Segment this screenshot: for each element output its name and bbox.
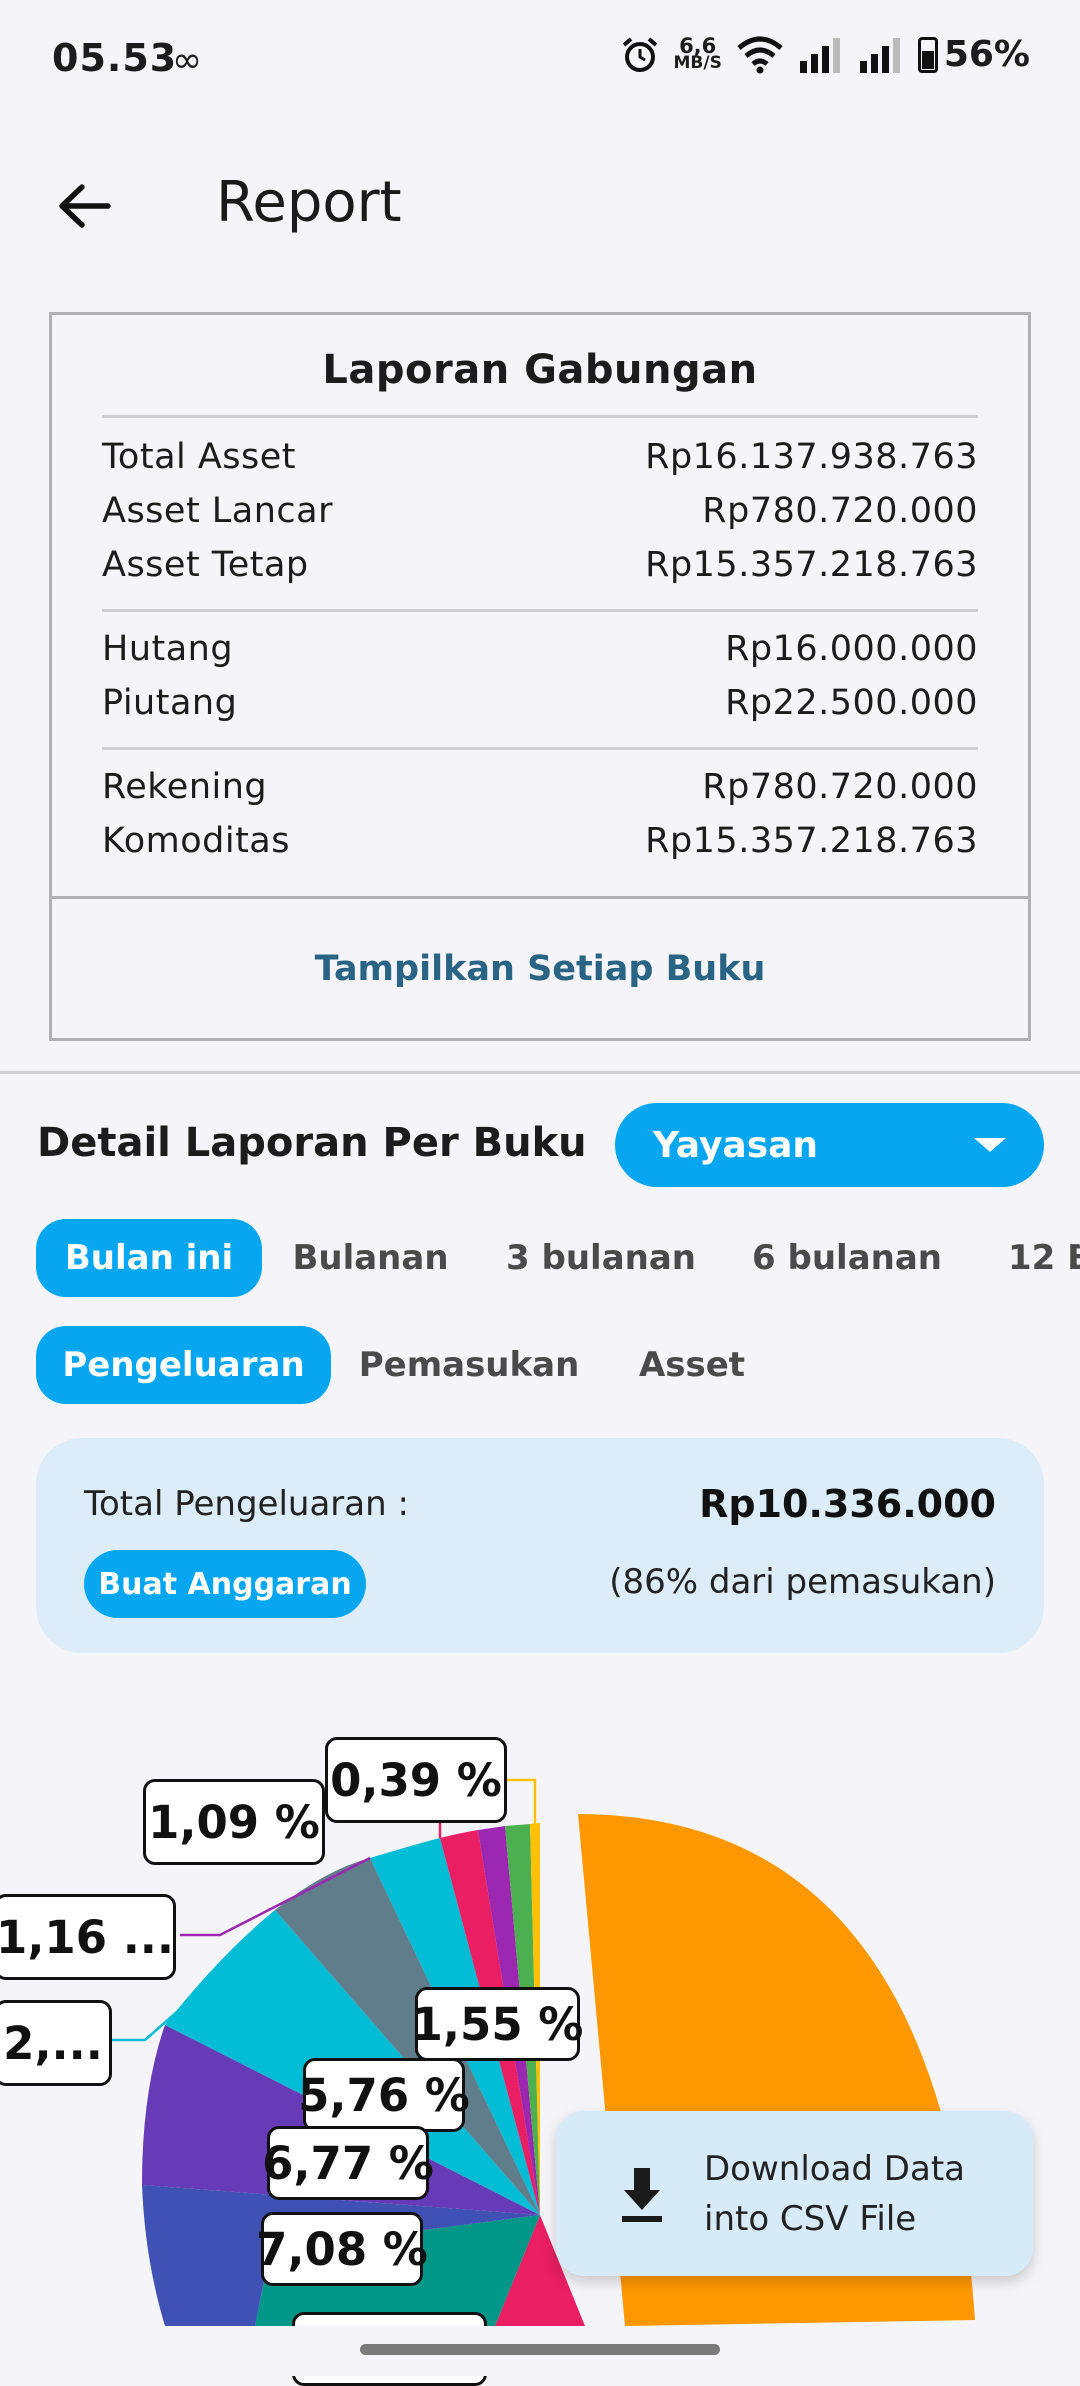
summary-title: Laporan Gabungan [322,347,758,393]
tab-pengeluaran[interactable]: Pengeluaran [36,1326,331,1404]
show-each-book-button[interactable]: Tampilkan Setiap Buku [52,949,1028,989]
chevron-down-icon [974,1138,1006,1152]
alarm-icon [622,36,657,72]
gesture-handle[interactable] [360,2344,720,2355]
row-label: Komoditas [102,821,290,861]
row-label: Asset Tetap [102,545,309,585]
battery-percent: 56% [943,34,1030,75]
tab-12-bulanan[interactable]: 12 B [990,1219,1080,1297]
signal-icon [859,37,900,73]
page-title: Report [216,170,402,235]
row-label: Rekening [102,767,268,807]
pie-label: 1,09 % [143,1779,325,1865]
infinity-icon: ∞ [172,40,202,81]
pie-label: 5,76 % [298,2058,470,2132]
total-percent: (86% dari pemasukan) [609,1562,996,1602]
pie-label: 1,55 % [412,1987,583,2061]
book-dropdown[interactable]: Yayasan [615,1103,1044,1187]
total-value: Rp10.336.000 [699,1482,996,1526]
row-value: Rp15.357.218.763 [645,545,978,585]
summary-row: Piutang Rp22.500.000 [102,683,978,723]
tab-bulan-ini[interactable]: Bulan ini [36,1219,262,1297]
pie-label: 7,08 % [256,2212,428,2286]
download-csv-button[interactable]: Download Data into CSV File [556,2111,1033,2276]
divider [102,415,978,418]
row-label: Asset Lancar [102,491,334,531]
summary-card: Laporan Gabungan Total Asset Rp16.137.93… [49,312,1031,1041]
net-speed: 6,6 MB/S [673,33,722,73]
pie-label: 0,39 % [325,1737,507,1823]
total-card: Total Pengeluaran : Rp10.336.000 Buat An… [36,1438,1044,1653]
divider [52,896,1028,899]
row-value: Rp780.720.000 [702,767,978,807]
row-value: Rp16.000.000 [725,629,978,669]
back-button[interactable] [48,170,120,242]
divider [102,747,978,750]
summary-row: Asset Tetap Rp15.357.218.763 [102,545,978,585]
label-connector [505,1778,537,1824]
section-divider [0,1071,1080,1074]
detail-title: Detail Laporan Per Buku [37,1120,587,1166]
summary-row: Hutang Rp16.000.000 [102,629,978,669]
download-label: Download Data into CSV File [704,2148,965,2239]
tab-3-bulanan[interactable]: 3 bulanan [496,1219,706,1297]
wifi-icon [737,36,783,73]
row-value: Rp16.137.938.763 [645,437,978,477]
divider [102,609,978,612]
tab-pemasukan[interactable]: Pemasukan [350,1326,588,1404]
pie-label: 6,77 % [262,2126,434,2200]
book-dropdown-value: Yayasan [653,1124,819,1166]
summary-row: Total Asset Rp16.137.938.763 [102,437,978,477]
download-icon [622,2167,662,2222]
signal-icon [799,37,840,73]
summary-row: Rekening Rp780.720.000 [102,767,978,807]
battery-icon [917,36,938,73]
status-time: 05.53 [52,36,178,80]
row-label: Hutang [102,629,234,669]
tab-bulanan[interactable]: Bulanan [278,1219,463,1297]
tab-6-bulanan[interactable]: 6 bulanan [740,1219,954,1297]
summary-row: Asset Lancar Rp780.720.000 [102,491,978,531]
row-value: Rp15.357.218.763 [645,821,978,861]
row-label: Piutang [102,683,238,723]
create-budget-button[interactable]: Buat Anggaran [84,1550,366,1618]
pie-label: 2,... [0,2000,112,2086]
pie-label: 1,16 ... [0,1894,176,1980]
summary-row: Komoditas Rp15.357.218.763 [102,821,978,861]
tab-asset[interactable]: Asset [620,1326,764,1404]
row-value: Rp22.500.000 [725,683,978,723]
row-label: Total Asset [102,437,297,477]
row-value: Rp780.720.000 [702,491,978,531]
status-icons: 6,6 MB/S 56% [620,33,1030,75]
arrow-left-icon [59,184,111,228]
total-label: Total Pengeluaran : [84,1484,409,1524]
